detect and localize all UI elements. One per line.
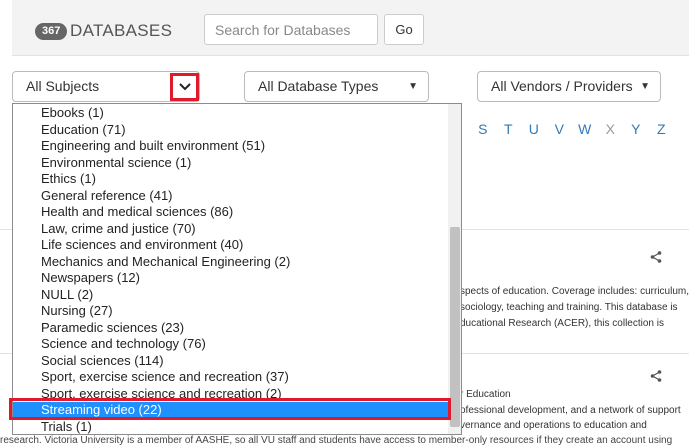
database-description: spects of education. Coverage includes: … <box>460 286 689 297</box>
alphabet-letter-z[interactable]: Z <box>649 121 675 139</box>
database-description: vernance and operations to education and <box>460 420 647 431</box>
vendors-select[interactable]: All Vendors / Providers ▼ <box>477 71 661 102</box>
dropdown-option[interactable]: Health and medical sciences (86) <box>13 204 449 221</box>
database-title[interactable]: r Education <box>460 389 511 400</box>
dropdown-option[interactable]: Sport, exercise science and recreation (… <box>13 369 449 386</box>
database-description: ofessional development, and a network of… <box>460 405 681 416</box>
alphabet-letter-v[interactable]: V <box>547 121 573 139</box>
dropdown-option[interactable]: General reference (41) <box>13 188 449 205</box>
chevron-down-icon: ▼ <box>408 81 418 92</box>
dropdown-option[interactable]: Engineering and built environment (51) <box>13 138 449 155</box>
dropdown-option[interactable]: Mechanics and Mechanical Engineering (2) <box>13 254 449 271</box>
database-types-select-value: All Database Types <box>258 78 379 94</box>
page-title: DATABASES <box>70 21 173 40</box>
chevron-down-icon: ▼ <box>640 81 650 92</box>
database-header: 367 DATABASES Go <box>12 0 689 56</box>
vendors-select-value: All Vendors / Providers <box>491 78 633 94</box>
dropdown-option[interactable]: Law, crime and justice (70) <box>13 221 449 238</box>
subjects-dropdown-toggle[interactable] <box>170 73 199 101</box>
dropdown-option[interactable]: Life sciences and environment (40) <box>13 237 449 254</box>
scrollbar[interactable] <box>448 104 461 434</box>
dropdown-option[interactable]: Nursing (27) <box>13 303 449 320</box>
dropdown-option[interactable]: Science and technology (76) <box>13 336 449 353</box>
alphabet-letter-y[interactable]: Y <box>623 121 649 139</box>
alphabet-letter-s[interactable]: S <box>470 121 496 139</box>
database-description: ducational Research (ACER), this collect… <box>460 318 664 329</box>
database-description: sociology, teaching and training. This d… <box>460 302 678 313</box>
alphabet-letter-w[interactable]: W <box>572 121 598 139</box>
annotation-highlight <box>9 398 451 420</box>
subjects-select-value: All Subjects <box>26 78 100 94</box>
share-icon[interactable] <box>650 370 662 382</box>
dropdown-option[interactable]: NULL (2) <box>13 287 449 304</box>
dropdown-option[interactable]: Trials (1) <box>13 419 449 435</box>
dropdown-option[interactable]: Social sciences (114) <box>13 353 449 370</box>
alphabet-filter: STUVWXYZ <box>470 121 674 139</box>
dropdown-option[interactable]: Ebooks (1) <box>13 105 449 122</box>
dropdown-option[interactable]: Education (71) <box>13 122 449 139</box>
chevron-down-icon <box>178 83 191 91</box>
dropdown-option[interactable]: Ethics (1) <box>13 171 449 188</box>
dropdown-option[interactable]: Newspapers (12) <box>13 270 449 287</box>
scrollbar-thumb[interactable] <box>450 227 460 427</box>
alphabet-letter-u[interactable]: U <box>521 121 547 139</box>
database-types-select[interactable]: All Database Types ▼ <box>244 71 429 102</box>
database-count-badge: 367 <box>35 23 68 40</box>
go-button[interactable]: Go <box>384 14 424 45</box>
subjects-dropdown-list[interactable]: Ebooks (1) Education (71) Engineering and … <box>12 103 462 435</box>
alphabet-letter-x: X <box>605 121 615 137</box>
alphabet-letter-t[interactable]: T <box>496 121 522 139</box>
share-icon[interactable] <box>650 251 662 263</box>
dropdown-option[interactable]: Environmental science (1) <box>13 155 449 172</box>
dropdown-option[interactable]: Paramedic sciences (23) <box>13 320 449 337</box>
search-input[interactable] <box>204 14 378 45</box>
